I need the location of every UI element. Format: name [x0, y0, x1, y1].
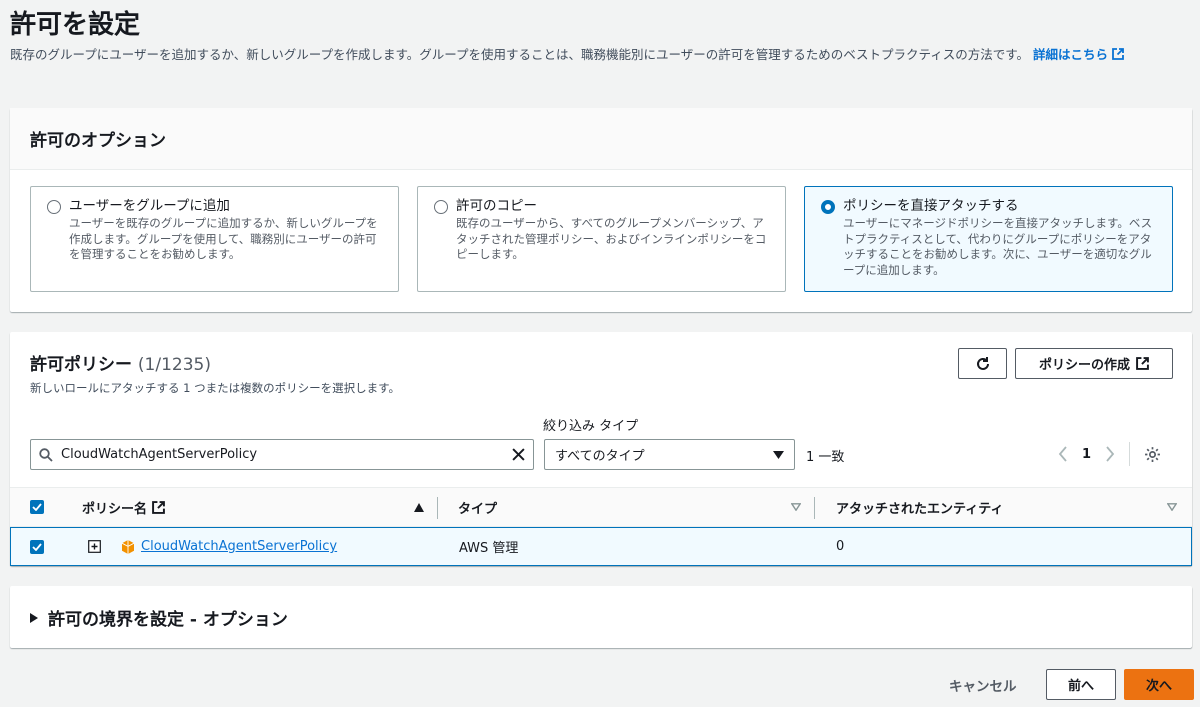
- permission-options-header: 許可のオプション: [10, 108, 1192, 170]
- policies-title: 許可ポリシー (1/1235): [30, 350, 211, 375]
- external-link-icon: [1136, 357, 1149, 370]
- clear-search-icon[interactable]: [512, 448, 525, 461]
- column-divider: [437, 497, 438, 519]
- column-policy-name-label: ポリシー名: [82, 501, 148, 517]
- create-policy-button[interactable]: ポリシーの作成: [1015, 348, 1173, 379]
- radio-copy-permissions[interactable]: [434, 200, 448, 214]
- caret-right-icon: [30, 612, 38, 623]
- page-description-text: 既存のグループにユーザーを追加するか、新しいグループを作成します。グループを使用…: [10, 47, 1030, 62]
- policy-search-input[interactable]: CloudWatchAgentServerPolicy: [30, 439, 534, 470]
- type-filter-value: すべてのタイプ: [555, 449, 645, 464]
- column-attached-entities[interactable]: アタッチされたエンティティ: [836, 488, 1003, 526]
- table-row[interactable]: CloudWatchAgentServerPolicy AWS 管理 0: [10, 527, 1192, 566]
- boundary-toggle[interactable]: 許可の境界を設定 - オプション: [10, 586, 1192, 649]
- option-attach-policies-directly[interactable]: ポリシーを直接アタッチする ユーザーにマネージドポリシーを直接アタッチします。ベ…: [804, 186, 1173, 292]
- column-type[interactable]: タイプ: [458, 488, 497, 526]
- refresh-icon: [976, 356, 989, 370]
- row-checkbox[interactable]: [30, 539, 44, 554]
- option-description: 既存のユーザーから、すべてのグループメンバーシップ、アタッチされた管理ポリシー、…: [456, 216, 767, 261]
- learn-more-text: 詳細はこちら: [1033, 47, 1109, 62]
- permission-policies-panel: 許可ポリシー (1/1235) 新しいロールにアタッチする 1 つまたは複数のポ…: [10, 332, 1192, 566]
- chevron-left-icon[interactable]: [1058, 446, 1068, 462]
- select-all-checkbox[interactable]: [30, 500, 44, 514]
- option-copy-permissions[interactable]: 許可のコピー 既存のユーザーから、すべてのグループメンバーシップ、アタッチされた…: [417, 186, 786, 292]
- learn-more-link[interactable]: 詳細はこちら: [1033, 47, 1124, 62]
- page-number[interactable]: 1: [1082, 447, 1091, 462]
- gear-icon[interactable]: [1144, 446, 1161, 463]
- policy-entities: 0: [836, 539, 845, 554]
- cancel-button[interactable]: キャンセル: [949, 675, 1017, 695]
- column-policy-name[interactable]: ポリシー名: [82, 488, 165, 526]
- radio-attach-policies-directly[interactable]: [821, 200, 835, 214]
- type-filter-select[interactable]: すべてのタイプ: [544, 439, 795, 470]
- sort-icon[interactable]: [791, 503, 801, 511]
- policies-title-text: 許可ポリシー: [30, 355, 132, 375]
- sort-icon[interactable]: [1167, 503, 1177, 511]
- pagination: 1: [1058, 442, 1161, 466]
- boundary-header: 許可の境界を設定 - オプション: [48, 610, 288, 630]
- external-link-icon: [152, 500, 165, 514]
- table-header: ポリシー名 タイプ アタッチされたエンティティ: [10, 487, 1192, 527]
- pager-divider: [1129, 442, 1131, 466]
- next-button[interactable]: 次へ: [1124, 669, 1194, 700]
- permissions-boundary-panel: 許可の境界を設定 - オプション: [10, 586, 1192, 648]
- check-icon: [32, 542, 42, 551]
- chevron-right-icon[interactable]: [1105, 446, 1115, 462]
- filter-type-label: 絞り込み タイプ: [543, 419, 639, 434]
- aws-managed-policy-icon: [121, 539, 135, 554]
- back-button[interactable]: 前へ: [1046, 669, 1116, 700]
- policies-subtitle: 新しいロールにアタッチする 1 つまたは複数のポリシーを選択します。: [30, 381, 400, 395]
- column-type-label: タイプ: [458, 501, 498, 517]
- option-title: 許可のコピー: [456, 198, 537, 214]
- permission-options-panel: 許可のオプション ユーザーをグループに追加 ユーザーを既存のグループに追加するか…: [10, 108, 1192, 312]
- option-description: ユーザーにマネージドポリシーを直接アタッチします。ベストプラクティスとして、代わ…: [843, 216, 1153, 277]
- option-title: ポリシーを直接アタッチする: [843, 198, 1019, 214]
- check-icon: [32, 503, 42, 511]
- option-add-to-group[interactable]: ユーザーをグループに追加 ユーザーを既存のグループに追加するか、新しいグループを…: [30, 186, 399, 292]
- match-count: 1 一致: [806, 450, 845, 465]
- radio-add-to-group[interactable]: [47, 200, 61, 214]
- external-link-icon: [1112, 48, 1124, 60]
- sort-ascending-icon[interactable]: [414, 502, 424, 512]
- column-divider: [814, 497, 815, 519]
- page-title: 許可を設定: [10, 10, 141, 40]
- expand-icon[interactable]: [88, 540, 101, 553]
- page-description: 既存のグループにユーザーを追加するか、新しいグループを作成します。グループを使用…: [10, 44, 1195, 66]
- policy-type: AWS 管理: [459, 541, 519, 556]
- refresh-button[interactable]: [958, 348, 1007, 379]
- column-entities-label: アタッチされたエンティティ: [836, 501, 1004, 517]
- policy-name-link[interactable]: CloudWatchAgentServerPolicy: [141, 539, 337, 554]
- option-title: ユーザーをグループに追加: [69, 198, 230, 214]
- option-description: ユーザーを既存のグループに追加するか、新しいグループを作成します。グループを使用…: [69, 216, 378, 261]
- caret-down-icon: [773, 450, 784, 459]
- policies-count: (1/1235): [137, 355, 211, 375]
- search-icon: [39, 447, 53, 462]
- search-value: CloudWatchAgentServerPolicy: [61, 447, 258, 462]
- create-policy-label: ポリシーの作成: [1038, 358, 1130, 373]
